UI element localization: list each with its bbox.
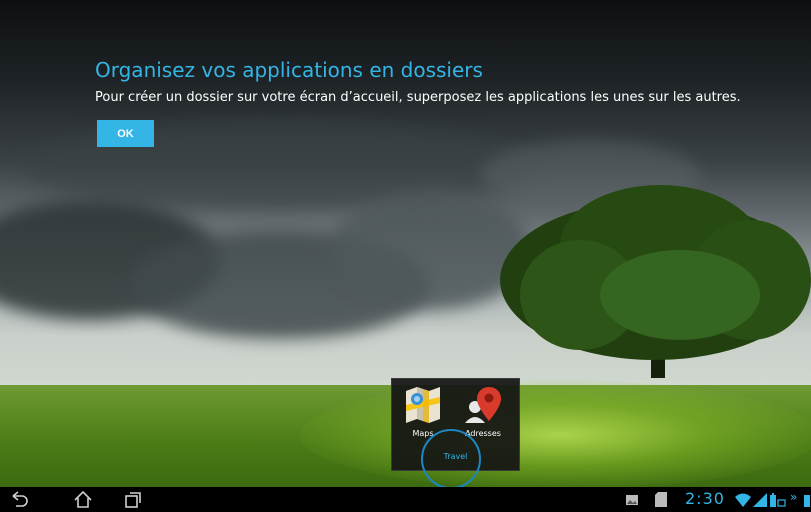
wifi-icon xyxy=(735,492,751,511)
status-clock[interactable]: 2:30 xyxy=(685,489,725,508)
signal-icon xyxy=(753,492,767,511)
tip-body: Pour créer un dossier sur votre écran d’… xyxy=(95,90,741,105)
battery-icon xyxy=(770,492,786,511)
home-screen: Organisez vos applications en dossiers P… xyxy=(0,0,811,512)
maps-icon xyxy=(403,385,443,425)
wallpaper-tree xyxy=(600,250,760,340)
chevron-right-icon[interactable]: » xyxy=(790,490,797,504)
back-icon[interactable] xyxy=(8,490,30,510)
wallpaper-cloud xyxy=(330,190,530,310)
home-icon[interactable] xyxy=(72,490,94,510)
recent-apps-icon[interactable] xyxy=(122,490,144,510)
app-adresses[interactable]: Adresses xyxy=(458,385,508,438)
gallery-icon xyxy=(625,492,639,511)
wallpaper-sunlight xyxy=(300,380,811,490)
system-bar: 2:30 » xyxy=(0,487,811,512)
contacts-icon xyxy=(463,385,503,425)
sd-card-icon xyxy=(655,492,667,511)
notification-icon xyxy=(803,492,811,511)
tip-title: Organisez vos applications en dossiers xyxy=(95,58,483,82)
focus-ring xyxy=(421,429,481,489)
ok-button[interactable]: OK xyxy=(97,120,154,147)
